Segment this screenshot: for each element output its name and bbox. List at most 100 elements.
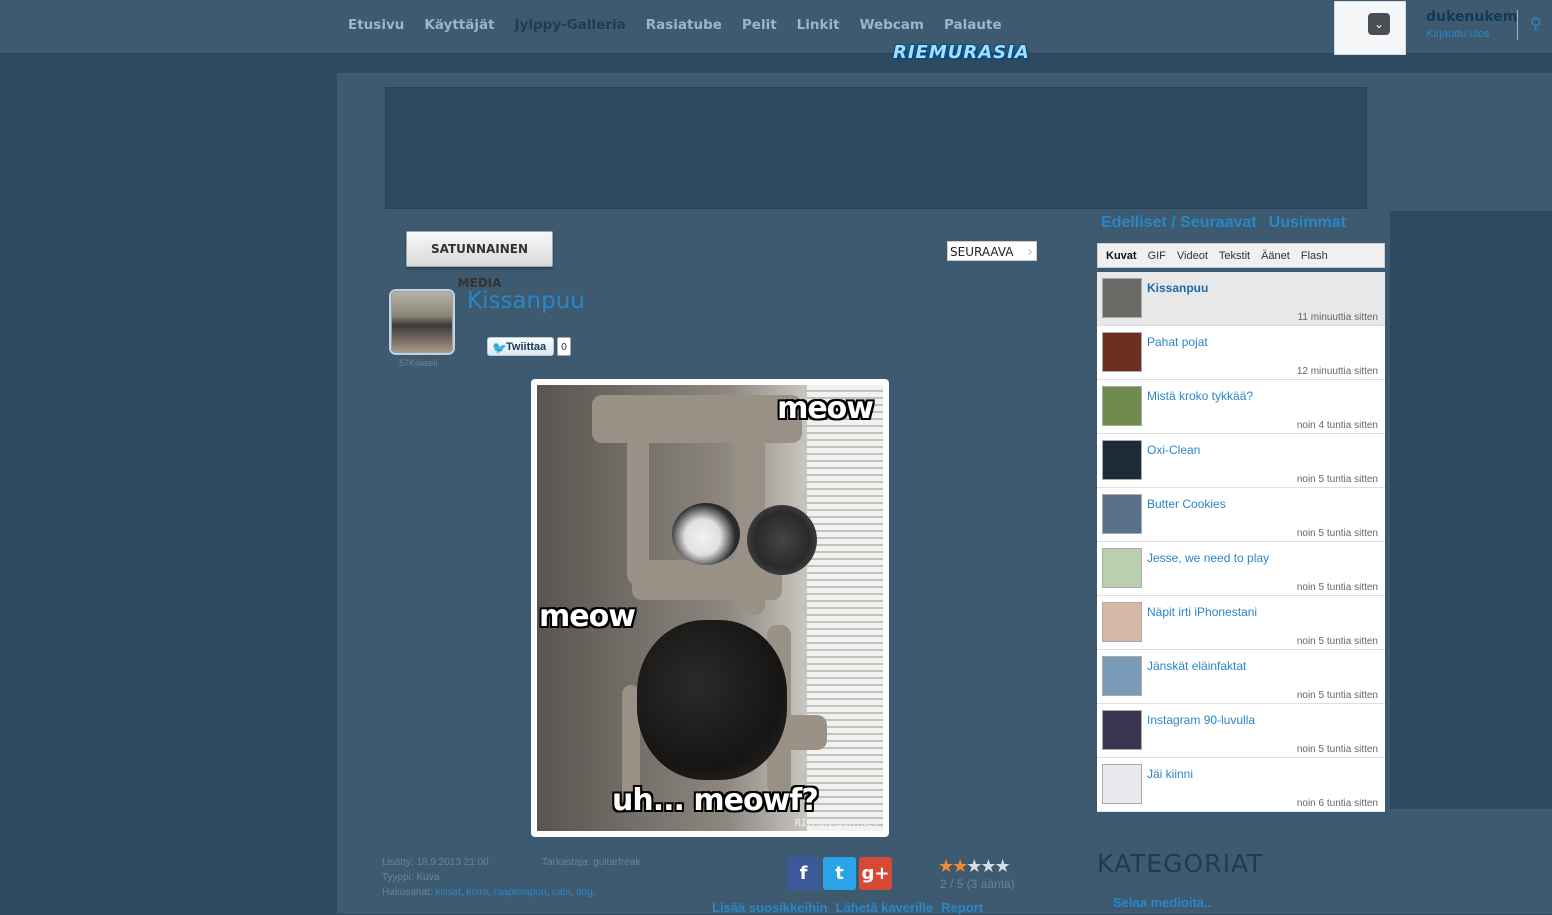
tab-0[interactable]: Kuvat (1102, 250, 1144, 262)
user-avatar[interactable]: ⌄ (1334, 1, 1406, 55)
star-icon[interactable]: ★ (938, 856, 954, 876)
window-blinds (807, 385, 883, 831)
nav-item-1[interactable]: Käyttäjät (424, 17, 494, 33)
list-item[interactable]: Jänskät eläinfaktat noin 5 tuntia sitten (1097, 650, 1385, 704)
tags-list: kissat, koira, raapimapuu, cats, dog, (435, 887, 596, 898)
tab-5[interactable]: Flash (1297, 250, 1335, 262)
categories-heading: KATEGORIAT (1097, 849, 1264, 878)
facebook-share-button[interactable]: f (787, 857, 820, 890)
twitter-bird-icon: 🐦 (492, 341, 507, 355)
tab-3[interactable]: Tekstit (1215, 250, 1257, 262)
item-thumbnail[interactable] (1102, 602, 1142, 642)
tag-link[interactable]: kissat (435, 887, 461, 898)
logout-link[interactable]: Kirjaudu ulos (1426, 28, 1490, 40)
item-thumbnail[interactable] (1102, 332, 1142, 372)
star-icon[interactable]: ★ (995, 856, 1011, 876)
action-link-2[interactable]: Report (941, 900, 983, 915)
item-title[interactable]: Kissanpuu (1147, 281, 1208, 295)
tag-link[interactable]: dog (576, 887, 593, 898)
tag-link[interactable]: koira (467, 887, 489, 898)
item-time: 12 minuuttia sitten (1296, 366, 1378, 377)
item-title[interactable]: Pahat pojat (1147, 335, 1208, 349)
item-time: noin 5 tuntia sitten (1296, 636, 1378, 647)
list-item[interactable]: Butter Cookies noin 5 tuntia sitten (1097, 488, 1385, 542)
tweet-count: 0 (557, 337, 571, 356)
meme-text-bottom: uh... meowf? (612, 783, 819, 818)
item-thumbnail[interactable] (1102, 278, 1142, 318)
list-item[interactable]: Pahat pojat 12 minuuttia sitten (1097, 326, 1385, 380)
item-thumbnail[interactable] (1102, 386, 1142, 426)
media-image[interactable]: meow meow uh... meowf? RIEMURASIA.NET (537, 385, 883, 831)
uploader-avatar[interactable] (391, 291, 453, 353)
twitter-share-button[interactable]: t (823, 857, 856, 890)
star-icon[interactable]: ★ (980, 856, 996, 876)
site-logo[interactable]: RIEMURASIA (893, 42, 1030, 63)
top-navigation-bar: Etusivu Käyttäjät Jylppy-Galleria Rasiatube… (0, 0, 1552, 63)
list-item[interactable]: Kissanpuu 11 minuuttia sitten (1097, 272, 1385, 326)
nav-item-7[interactable]: Palaute (944, 17, 1002, 33)
item-title[interactable]: Jäi kiinni (1147, 767, 1193, 781)
item-time: noin 5 tuntia sitten (1296, 690, 1378, 701)
media-title: Kissanpuu (467, 288, 585, 314)
tags-row: Hakusanat: kissat, koira, raapimapuu, ca… (382, 887, 596, 898)
rating-stars[interactable]: ★★★★★ (938, 856, 1011, 877)
nav-item-2[interactable]: Jylppy-Galleria (515, 17, 626, 33)
list-item[interactable]: Näpit irti iPhonestani noin 5 tuntia sitt… (1097, 596, 1385, 650)
item-time: noin 5 tuntia sitten (1296, 582, 1378, 593)
nav-item-6[interactable]: Webcam (860, 17, 924, 33)
list-item[interactable]: Mistä kroko tykkää? noin 4 tuntia sitten (1097, 380, 1385, 434)
list-item[interactable]: Instagram 90-luvulla noin 5 tuntia sitten (1097, 704, 1385, 758)
ad-banner (385, 87, 1367, 209)
list-item[interactable]: Oxi-Clean noin 5 tuntia sitten (1097, 434, 1385, 488)
uploader-name[interactable]: 57Kilaseli (399, 358, 438, 368)
next-button[interactable]: SEURAAVA › (947, 241, 1037, 261)
nav-item-0[interactable]: Etusivu (348, 17, 404, 33)
action-link-0[interactable]: Lisää suosikkeihin (712, 900, 828, 915)
nav-item-3[interactable]: Rasiatube (646, 17, 722, 33)
gplus-share-button[interactable]: g+ (859, 857, 892, 890)
tab-4[interactable]: Äänet (1257, 250, 1297, 262)
tab-2[interactable]: Videot (1173, 250, 1215, 262)
next-button-label: SEURAAVA (950, 245, 1014, 259)
item-thumbnail[interactable] (1102, 656, 1142, 696)
item-title[interactable]: Butter Cookies (1147, 497, 1226, 511)
prev-next-link[interactable]: Edelliset / Seuraavat (1101, 214, 1257, 231)
tag-link[interactable]: cats (552, 887, 570, 898)
item-title[interactable]: Jänskät eläinfaktat (1147, 659, 1246, 673)
item-title[interactable]: Instagram 90-luvulla (1147, 713, 1255, 727)
action-link-1[interactable]: Lähetä kaverille (836, 900, 934, 915)
action-links: Lisää suosikkeihin Lähetä kaverille Report (712, 900, 991, 915)
random-media-button[interactable]: SATUNNAINEN MEDIA (406, 231, 553, 290)
star-icon[interactable]: ★ (952, 856, 968, 876)
item-thumbnail[interactable] (1102, 548, 1142, 588)
media-image-frame: meow meow uh... meowf? RIEMURASIA.NET (531, 379, 889, 837)
star-icon[interactable]: ★ (966, 856, 982, 876)
grey-cat (747, 505, 817, 575)
search-icon[interactable]: ⚲ (1530, 14, 1548, 33)
item-title[interactable]: Mistä kroko tykkää? (1147, 389, 1253, 403)
item-thumbnail[interactable] (1102, 440, 1142, 480)
tweet-button[interactable]: 🐦 Twiittaa (487, 337, 554, 356)
item-title[interactable]: Jesse, we need to play (1147, 551, 1269, 565)
tab-1[interactable]: GIF (1144, 250, 1173, 262)
meme-text-top: meow (777, 391, 874, 426)
nav-item-5[interactable]: Linkit (797, 17, 840, 33)
item-thumbnail[interactable] (1102, 494, 1142, 534)
newest-link[interactable]: Uusimmat (1269, 214, 1346, 231)
nav-item-4[interactable]: Pelit (742, 17, 777, 33)
recent-media-list: Kissanpuu 11 minuuttia sitten Pahat pojat 1… (1097, 272, 1385, 812)
item-thumbnail[interactable] (1102, 710, 1142, 750)
item-title[interactable]: Näpit irti iPhonestani (1147, 605, 1257, 619)
browse-media-link[interactable]: Selaa medioita.. (1113, 895, 1211, 910)
item-time: noin 6 tuntia sitten (1296, 798, 1378, 809)
username-link[interactable]: dukenukem (1426, 9, 1517, 25)
chevron-right-icon: › (1027, 244, 1033, 260)
item-title[interactable]: Oxi-Clean (1147, 443, 1200, 457)
item-thumbnail[interactable] (1102, 764, 1142, 804)
list-item[interactable]: Jesse, we need to play noin 5 tuntia sitt… (1097, 542, 1385, 596)
chevron-down-icon[interactable]: ⌄ (1368, 13, 1390, 35)
watermark: RIEMURASIA.NET (794, 818, 879, 829)
tweet-label: Twiittaa (506, 341, 547, 353)
list-item[interactable]: Jäi kiinni noin 6 tuntia sitten (1097, 758, 1385, 812)
tag-link[interactable]: raapimapuu (494, 887, 547, 898)
